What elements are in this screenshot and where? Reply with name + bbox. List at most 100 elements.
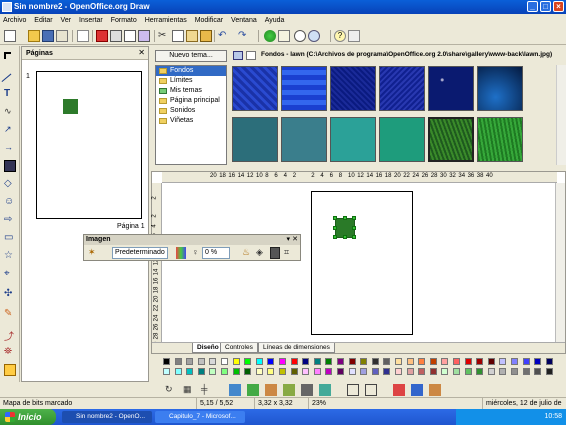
- task-openoffice[interactable]: Sin nombre2 - OpenO...: [62, 411, 152, 423]
- color-swatch[interactable]: [267, 368, 275, 375]
- transparency-field[interactable]: 0 %: [202, 247, 230, 259]
- autospellcheck-icon[interactable]: [138, 30, 150, 42]
- gallery-thumbnail[interactable]: [281, 117, 327, 162]
- theme-item-sonidos[interactable]: Sonidos: [156, 106, 226, 116]
- zoom-icon[interactable]: [308, 30, 320, 42]
- close-pages-panel-icon[interactable]: ✕: [138, 48, 145, 57]
- color-swatch[interactable]: [337, 368, 344, 375]
- 3d-effects-icon[interactable]: [301, 384, 313, 396]
- color-swatch[interactable]: [279, 358, 286, 365]
- color-swatch[interactable]: [464, 368, 472, 375]
- gallery-scrollbar[interactable]: [556, 65, 566, 165]
- color-swatch[interactable]: [360, 358, 368, 365]
- task-word[interactable]: Capitulo_7 - Microsof...: [155, 411, 245, 423]
- gallery-thumbnail[interactable]: [379, 117, 425, 162]
- color-swatch[interactable]: [453, 358, 460, 365]
- gallery-thumbnail[interactable]: [379, 66, 425, 111]
- stars-icon[interactable]: ☆: [4, 250, 16, 262]
- color-swatch[interactable]: [209, 358, 217, 365]
- close-button[interactable]: ×: [553, 1, 564, 12]
- extrusion-icon[interactable]: [4, 364, 16, 376]
- color-swatch[interactable]: [487, 358, 495, 365]
- arrange-front-icon[interactable]: [411, 384, 423, 396]
- color-swatch[interactable]: [476, 368, 484, 375]
- rectangle-icon[interactable]: [4, 160, 16, 172]
- tab-diseno[interactable]: Diseño: [192, 343, 224, 353]
- color-swatch[interactable]: [186, 368, 194, 375]
- connector-icon[interactable]: ↗: [4, 124, 16, 136]
- callouts-icon[interactable]: ▭: [4, 232, 16, 244]
- color-swatch[interactable]: [406, 368, 414, 375]
- color-swatch[interactable]: [290, 358, 298, 365]
- menu-formato[interactable]: Formato: [108, 17, 140, 24]
- color-swatch[interactable]: [534, 368, 542, 375]
- status-zoom[interactable]: 23%: [308, 398, 326, 409]
- gallery-thumbnail[interactable]: [477, 66, 523, 111]
- icon-view-icon[interactable]: [233, 51, 243, 60]
- color-swatch[interactable]: [313, 358, 321, 365]
- color-swatch[interactable]: [302, 368, 310, 375]
- edit-file-icon[interactable]: [77, 30, 89, 42]
- color-swatch[interactable]: [534, 358, 542, 365]
- curve-icon[interactable]: ∿: [4, 106, 16, 118]
- navigator-icon[interactable]: [294, 30, 306, 42]
- align-icon[interactable]: [229, 384, 241, 396]
- gallery-thumbnail-lawn[interactable]: [428, 117, 474, 162]
- color-swatch[interactable]: [255, 358, 263, 365]
- color-swatch[interactable]: [371, 358, 379, 365]
- crop-object-icon[interactable]: [347, 384, 359, 396]
- color-swatch[interactable]: [360, 368, 368, 375]
- theme-item-mis-temas[interactable]: Mis temas: [156, 86, 226, 96]
- save-icon[interactable]: [42, 30, 54, 42]
- color-swatch[interactable]: [163, 358, 170, 365]
- detailed-view-icon[interactable]: [246, 51, 256, 60]
- color-swatch[interactable]: [429, 368, 437, 375]
- gallery-thumbnail[interactable]: [330, 66, 376, 111]
- from-file-icon[interactable]: ⤴: [4, 328, 16, 343]
- theme-item-fondos[interactable]: Fondos: [156, 66, 226, 76]
- color-swatch[interactable]: [406, 358, 414, 365]
- color-swatch[interactable]: [395, 368, 402, 375]
- crop-icon[interactable]: ⌗: [284, 247, 294, 259]
- menu-modificar[interactable]: Modificar: [192, 17, 226, 24]
- color-swatch[interactable]: [545, 358, 553, 365]
- color-swatch[interactable]: [522, 358, 530, 365]
- start-button[interactable]: Inicio: [0, 409, 56, 425]
- new-theme-button[interactable]: Nuevo tema...: [155, 50, 227, 62]
- color-swatch[interactable]: [487, 368, 495, 375]
- color-swatch[interactable]: [244, 368, 252, 375]
- color-swatch[interactable]: [441, 358, 449, 365]
- grid-icon[interactable]: ▦: [183, 384, 195, 396]
- menu-editar[interactable]: Editar: [31, 17, 55, 24]
- gallery-thumbnail[interactable]: [428, 66, 474, 111]
- color-swatch[interactable]: [383, 368, 391, 375]
- color-swatch[interactable]: [464, 358, 472, 365]
- theme-item-limites[interactable]: Límites: [156, 76, 226, 86]
- text-icon[interactable]: T: [4, 88, 16, 100]
- color-swatch[interactable]: [522, 368, 530, 375]
- shadow-icon[interactable]: [270, 247, 280, 259]
- close-toolbar-icon[interactable]: ✕: [292, 235, 298, 243]
- cut-icon[interactable]: ✂: [158, 30, 170, 42]
- color-swatch[interactable]: [453, 368, 460, 375]
- graphics-mode-select[interactable]: Predeterminado: [112, 247, 168, 259]
- filter-icon[interactable]: ✶: [88, 247, 100, 259]
- color-swatch[interactable]: [163, 368, 170, 375]
- color-swatch[interactable]: [313, 368, 321, 375]
- menu-ver[interactable]: Ver: [58, 17, 75, 24]
- transformations-icon[interactable]: [365, 384, 377, 396]
- color-swatch[interactable]: [395, 358, 402, 365]
- lines-arrows-icon[interactable]: →: [4, 142, 16, 154]
- tab-lineas-de-dimensiones[interactable]: Líneas de dimensiones: [258, 343, 335, 353]
- glue-points-icon[interactable]: ✣: [4, 288, 16, 300]
- color-swatch[interactable]: [279, 368, 286, 375]
- undo-icon[interactable]: ↶: [218, 30, 230, 42]
- color-swatch[interactable]: [186, 358, 194, 365]
- points-icon[interactable]: ⌖: [4, 268, 16, 280]
- color-icon[interactable]: [176, 247, 186, 259]
- color-swatch[interactable]: [197, 368, 205, 375]
- color-swatch[interactable]: [476, 358, 484, 365]
- color-swatch[interactable]: [337, 358, 344, 365]
- format-paintbrush-icon[interactable]: [200, 30, 212, 42]
- color-swatch[interactable]: [232, 368, 240, 375]
